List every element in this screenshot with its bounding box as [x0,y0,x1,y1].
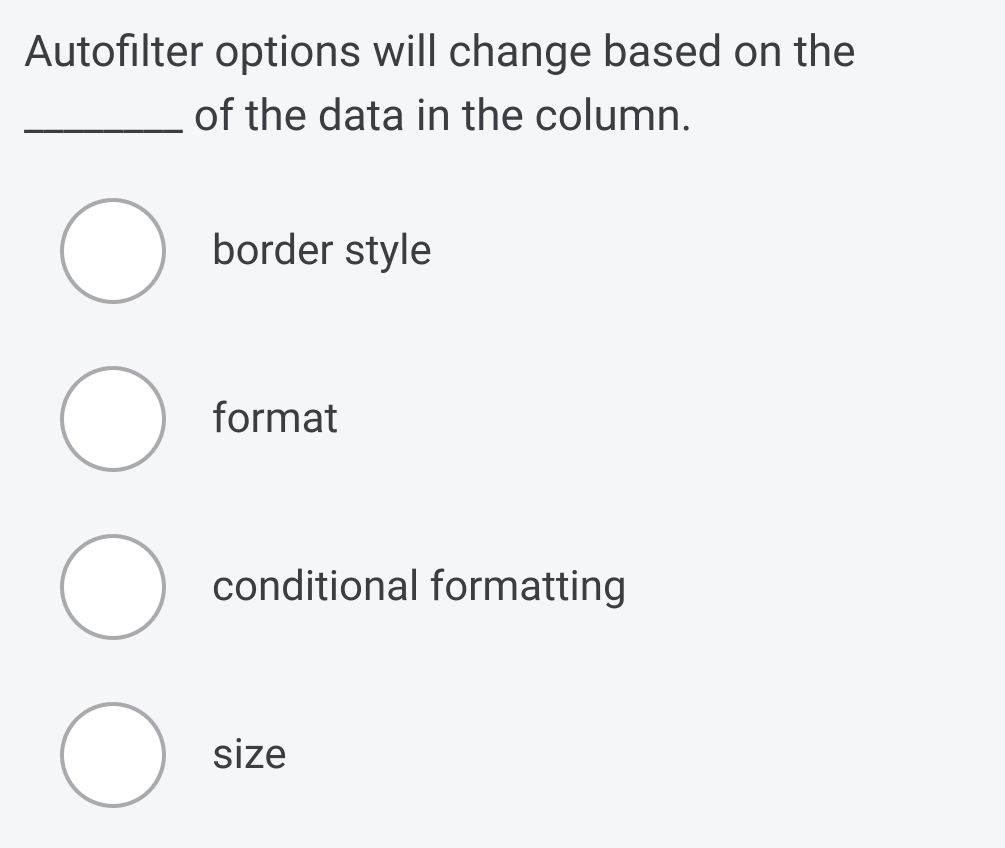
option-label: size [212,730,287,779]
option-label: conditional formatting [212,562,627,611]
option-border-style[interactable]: border style [60,198,981,304]
question-text: Autofilter options will change based on … [24,20,981,148]
radio-icon [60,198,166,304]
option-format[interactable]: format [60,366,981,472]
option-conditional-formatting[interactable]: conditional formatting [60,534,981,640]
option-label: border style [212,226,432,275]
options-list: border style format conditional formatti… [24,198,981,808]
option-size[interactable]: size [60,702,981,808]
radio-icon [60,366,166,472]
option-label: format [212,394,338,443]
radio-icon [60,702,166,808]
radio-icon [60,534,166,640]
